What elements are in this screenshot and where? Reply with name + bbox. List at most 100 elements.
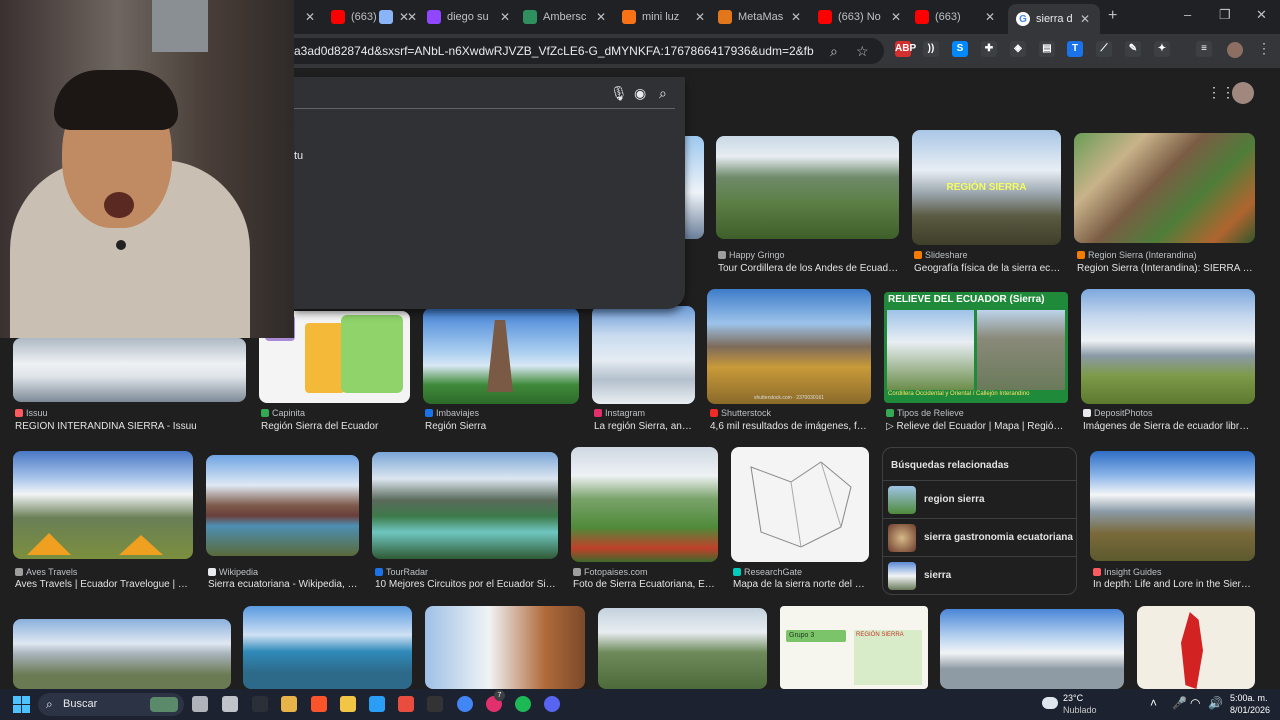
result-source[interactable]: Slideshare: [914, 250, 1064, 260]
result-title[interactable]: ▷ Relieve del Ecuador | Mapa | Región C.…: [886, 421, 1068, 432]
result-title[interactable]: Sierra ecuatoriana - Wikipedia, la ...: [208, 579, 358, 590]
browser-tab[interactable]: ✕: [295, 6, 317, 28]
result-image[interactable]: [940, 609, 1124, 689]
result-source[interactable]: Insight Guides: [1093, 567, 1255, 577]
search-icon[interactable]: ⌕: [659, 85, 667, 102]
result-source[interactable]: Happy Gringo: [718, 250, 898, 260]
result-title[interactable]: Tour Cordillera de los Andes de Ecuador …: [718, 263, 900, 274]
result-title[interactable]: Imágenes de Sierra de ecuador libres ...: [1083, 421, 1253, 432]
close-icon[interactable]: ✕: [789, 10, 803, 24]
result-image[interactable]: [1090, 451, 1255, 561]
result-image[interactable]: [372, 452, 558, 559]
discord-icon[interactable]: [544, 696, 560, 712]
close-icon[interactable]: ✕: [1078, 12, 1092, 26]
app-icon[interactable]: [252, 696, 268, 712]
result-source[interactable]: Instagram: [594, 408, 696, 418]
microphone-icon[interactable]: 🎤: [1172, 696, 1187, 710]
puzzle-blue-icon[interactable]: ✚: [981, 41, 997, 57]
related-search-item[interactable]: sierra: [883, 556, 1076, 594]
media-icon[interactable]: ≡: [1196, 41, 1212, 57]
result-title[interactable]: Region Sierra (Interandina): SIERRA EC..…: [1077, 263, 1253, 274]
brave-icon[interactable]: [311, 696, 327, 712]
result-title[interactable]: Región Sierra del Ecuador: [261, 421, 411, 432]
result-image[interactable]: [598, 608, 767, 689]
result-source[interactable]: Issuu: [15, 408, 245, 418]
store-icon[interactable]: [281, 696, 297, 712]
result-title[interactable]: 4,6 mil resultados de imágenes, foto...: [710, 421, 870, 432]
folder-icon[interactable]: [340, 696, 356, 712]
result-image[interactable]: [425, 606, 585, 689]
result-image[interactable]: [1137, 606, 1255, 689]
result-image[interactable]: [243, 606, 412, 689]
result-title[interactable]: In depth: Life and Lore in the Sierra | …: [1093, 579, 1253, 590]
result-image[interactable]: [731, 447, 869, 562]
result-image[interactable]: [206, 455, 359, 556]
address-bar[interactable]: a3ad0d82874d&sxsrf=ANbL-n6XwdwRJVZB_VfZc…: [284, 38, 884, 64]
menu-kebab-icon[interactable]: ⋮: [1257, 40, 1271, 57]
apps-grid-icon[interactable]: ⋮⋮: [1207, 84, 1235, 101]
weather-description[interactable]: Nublado: [1063, 705, 1097, 715]
result-title[interactable]: Aves Travels | Ecuador Travelogue | Co..…: [15, 579, 193, 590]
result-source[interactable]: Wikipedia: [208, 567, 360, 577]
tab-active[interactable]: G sierra de ✕: [1008, 4, 1100, 34]
doc-icon[interactable]: ▤: [1039, 41, 1055, 57]
result-source[interactable]: Shutterstock: [710, 408, 870, 418]
result-image[interactable]: [1074, 133, 1255, 243]
result-image[interactable]: [13, 338, 246, 402]
lens-zoom-icon[interactable]: ⌕: [830, 43, 838, 60]
tools-icon[interactable]: ✎: [1125, 41, 1141, 57]
file-icon[interactable]: [192, 696, 208, 712]
chrome-badge-icon[interactable]: [222, 696, 238, 712]
clock-time[interactable]: 5:00a. m.: [1230, 693, 1268, 703]
close-icon[interactable]: ✕: [405, 10, 419, 24]
wave-icon[interactable]: )): [923, 41, 939, 57]
browser-tab[interactable]: Ambersc ✕: [523, 6, 608, 28]
suggestion-text[interactable]: tu: [294, 150, 303, 162]
result-title[interactable]: Geografía física de la sierra ecu...: [914, 263, 1062, 274]
new-tab-button[interactable]: +: [1108, 7, 1117, 25]
minimize-button[interactable]: –: [1184, 7, 1191, 22]
browser-tab[interactable]: MetaMas ✕: [718, 6, 803, 28]
result-image[interactable]: shutterstock.com · 2370030161: [707, 289, 871, 404]
result-image[interactable]: Grupo 3 REGIÓN SIERRA: [780, 606, 928, 689]
extensions-icon[interactable]: ✦: [1154, 41, 1170, 57]
result-image[interactable]: [13, 451, 193, 559]
result-title[interactable]: Región Sierra: [425, 421, 581, 432]
browser-tab[interactable]: mini luz ✕: [622, 6, 707, 28]
result-source[interactable]: Tipos de Relieve: [886, 408, 1068, 418]
browser-tab[interactable]: ✕: [379, 6, 419, 28]
rec-icon[interactable]: [427, 696, 443, 712]
result-image[interactable]: [592, 306, 695, 404]
result-source[interactable]: Imbaviajes: [425, 408, 581, 418]
result-title[interactable]: 10 Mejores Circuitos por el Ecuador Sier…: [375, 579, 558, 590]
result-source[interactable]: Capinita: [261, 408, 411, 418]
translate-icon[interactable]: T: [1067, 41, 1083, 57]
pin-icon[interactable]: ⟋: [1096, 41, 1112, 57]
result-source[interactable]: ResearchGate: [733, 567, 869, 577]
close-icon[interactable]: ✕: [983, 10, 997, 24]
result-source[interactable]: Region Sierra (Interandina): [1077, 250, 1255, 260]
clock-date[interactable]: 8/01/2026: [1230, 705, 1270, 715]
browser-tab[interactable]: diego su ✕: [427, 6, 512, 28]
weather-temperature[interactable]: 23°C: [1063, 693, 1083, 703]
browser-tab[interactable]: (663) No ✕: [818, 6, 903, 28]
shazam-icon[interactable]: S: [952, 41, 968, 57]
result-image[interactable]: [13, 619, 231, 689]
close-window-button[interactable]: ✕: [1256, 7, 1267, 23]
result-source[interactable]: DepositPhotos: [1083, 408, 1255, 418]
close-icon[interactable]: ✕: [594, 10, 608, 24]
abp-icon[interactable]: ABP: [895, 41, 916, 57]
cloud-icon[interactable]: [1042, 697, 1058, 709]
close-icon[interactable]: ✕: [498, 10, 512, 24]
related-search-item[interactable]: region sierra: [883, 480, 1076, 518]
result-image[interactable]: RELIEVE DEL ECUADOR (Sierra) Cordillera …: [884, 292, 1068, 403]
browser-tab[interactable]: (663) ✕: [915, 6, 997, 28]
wifi-icon[interactable]: ◠: [1190, 696, 1200, 710]
chrome-icon[interactable]: [457, 696, 473, 712]
taskbar-search-box[interactable]: ⌕ Buscar: [38, 693, 184, 716]
camera-search-icon[interactable]: ◉: [634, 85, 646, 102]
close-icon[interactable]: ✕: [889, 10, 903, 24]
result-image[interactable]: [423, 308, 579, 404]
result-source[interactable]: Fotopaises.com: [573, 567, 718, 577]
result-title[interactable]: Mapa de la sierra norte del Ec...: [733, 579, 867, 590]
